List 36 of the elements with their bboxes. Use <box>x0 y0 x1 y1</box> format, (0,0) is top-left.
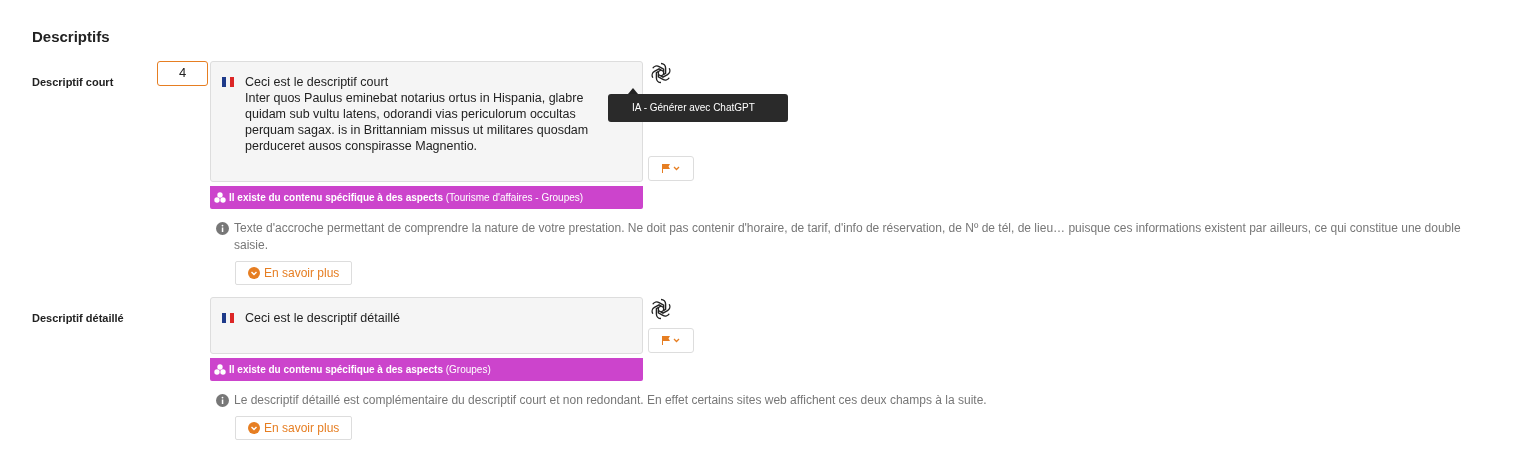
knot-logo-icon[interactable] <box>649 60 673 85</box>
flag-icon <box>662 163 670 173</box>
text-area[interactable] <box>210 60 643 182</box>
tooltip-arrow-icon <box>628 87 638 94</box>
knot-logo-icon[interactable] <box>649 296 673 321</box>
learn-more-button[interactable]: En savoir plus <box>235 415 353 440</box>
text-line: Inter quos Paulus eminebat notarius ortus in Hispania, glabre <box>245 89 585 106</box>
text-line: Ceci est le descriptif détaillé <box>245 309 400 326</box>
info-icon <box>216 221 229 235</box>
field-label: Descriptif court <box>32 74 115 90</box>
cubes-icon <box>214 191 226 203</box>
chevron-circle-icon <box>248 266 260 279</box>
text-line: Ceci est le descriptif court <box>245 73 390 90</box>
flag-icon <box>662 335 670 345</box>
caret-icon <box>673 337 680 343</box>
tooltip: IA - Générer avec ChatGPT <box>608 93 788 122</box>
text-line: perduceret ausos conspirasse Magnentio. <box>245 137 479 154</box>
text-line: quidam sub vultu latens, odorandi vias periculorum occultas <box>245 105 577 122</box>
character-counter: 4 <box>157 60 208 86</box>
field-label: Descriptif détaillé <box>32 310 125 326</box>
text-area[interactable]: Ceci est le descriptif détaillé <box>210 296 643 354</box>
help-text: Texte d'accroche permettant de comprendre la nature de votre prestation. Ne doit pas contenir d'horaire, de tarif, d'info de réservation, de Nº de tél, de lieu… puisque ces informations existent par ailleurs, ce qui constitue une double saisie. <box>234 219 1462 254</box>
aspects-text: Il existe du contenu spécifique à des aspects (Tourisme d'affaires - Groupes) <box>229 190 584 205</box>
french-flag-icon <box>222 76 234 87</box>
cubes-icon <box>214 363 226 375</box>
help-text: Le descriptif détaillé est complémentaire du descriptif court et non redondant. En effet certains sites web affichent ces deux champs à la suite. <box>234 391 987 409</box>
text-line: perquam sagax. is in Brittanniam missus ut militares quosdam <box>245 121 589 138</box>
aspects-text: Il existe du contenu spécifique à des aspects (Groupes) <box>229 362 491 377</box>
chevron-circle-icon <box>248 421 260 434</box>
caret-icon <box>673 165 680 171</box>
learn-more-button[interactable]: En savoir plus <box>235 260 353 285</box>
french-flag-icon <box>222 312 234 323</box>
language-dropdown[interactable] <box>648 327 694 353</box>
section-title: Descriptifs <box>32 27 111 47</box>
language-dropdown[interactable] <box>648 155 694 181</box>
info-icon <box>216 393 229 407</box>
